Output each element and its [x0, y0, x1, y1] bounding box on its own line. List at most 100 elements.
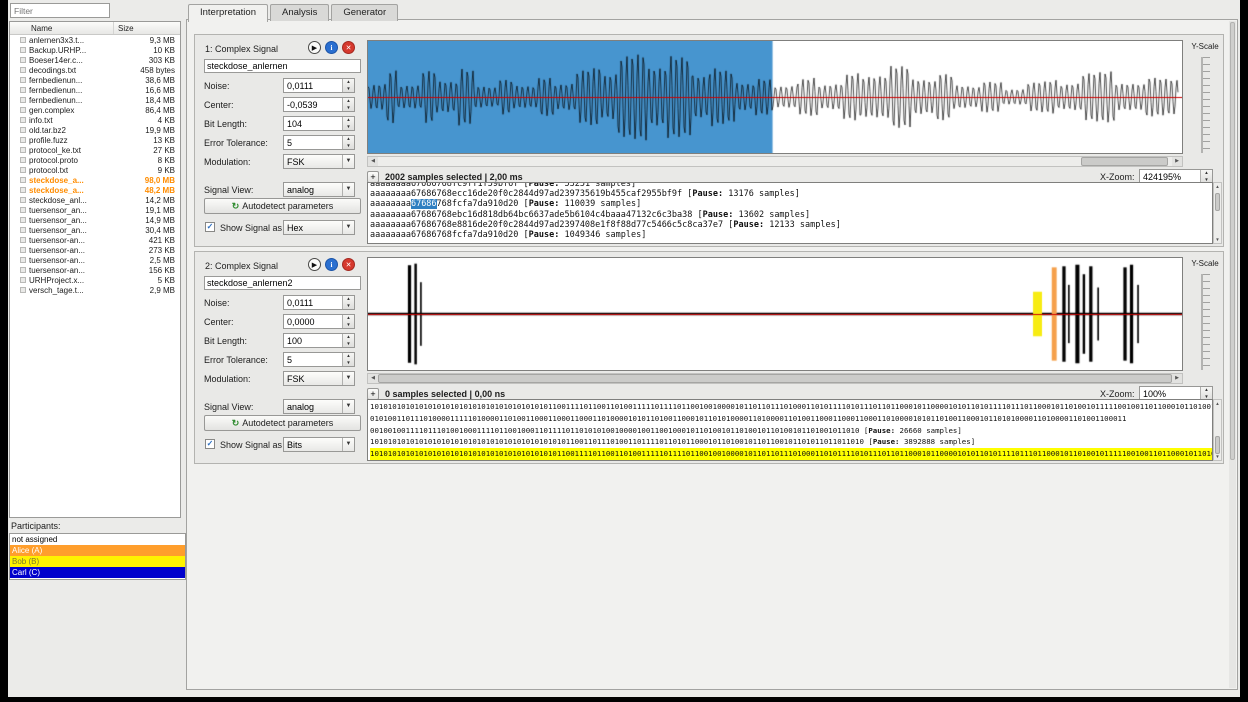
scrollbar-handle[interactable] — [1215, 436, 1220, 454]
scrollbar-track[interactable] — [378, 374, 1172, 383]
file-row[interactable]: steckdose_anl... 14,2 MB — [10, 195, 180, 205]
noise-spinbox[interactable]: 0,0111 ▲ ▼ — [283, 78, 355, 93]
scrollbar-handle[interactable] — [1230, 22, 1235, 460]
info-button[interactable]: i — [325, 41, 338, 54]
scroll-up-icon[interactable]: ▲ — [1214, 183, 1221, 190]
show-as-select[interactable]: Bits ▼ — [283, 437, 355, 452]
scroll-down-icon[interactable]: ▼ — [1214, 236, 1221, 243]
spin-down-icon[interactable]: ▼ — [343, 341, 354, 348]
error-tolerance-spinbox[interactable]: 5 ▲ ▼ — [283, 135, 355, 150]
file-row[interactable]: steckdose_a... 48,2 MB — [10, 185, 180, 195]
message-scrollbar[interactable]: ▲ ▼ — [1213, 182, 1222, 244]
content-scrollbar[interactable] — [1229, 21, 1236, 688]
message-view[interactable]: 1010101010101010101010101010101010101010… — [367, 399, 1213, 461]
play-button[interactable]: ▶ — [308, 258, 321, 271]
message-line[interactable]: aaaaaaaa67686768fc9ff1f59bf6f [Pause: 53… — [370, 183, 1212, 189]
file-row[interactable]: protocol.txt 9 KB — [10, 165, 180, 175]
scroll-right-icon[interactable]: ▶ — [1172, 157, 1182, 166]
play-button[interactable]: ▶ — [308, 41, 321, 54]
scroll-left-icon[interactable]: ◀ — [368, 157, 378, 166]
participant-row[interactable]: Bob (B) — [10, 556, 185, 567]
message-line[interactable]: aaaaaaaa67686768ecc16de20f0c2844d97ad239… — [370, 189, 1212, 199]
bit-length-spinbox[interactable]: 104 ▲ ▼ — [283, 116, 355, 131]
scrollbar-handle[interactable] — [1080, 157, 1169, 166]
autodetect-button[interactable]: ↻ Autodetect parameters — [204, 198, 361, 214]
signal-plot[interactable] — [367, 257, 1183, 371]
file-row[interactable]: versch_tage.t... 2,9 MB — [10, 285, 180, 295]
signal-name-input[interactable] — [204, 276, 361, 290]
signal-plot-canvas[interactable] — [368, 41, 1182, 153]
file-row[interactable]: tuersensor-an... 2,5 MB — [10, 255, 180, 265]
file-row[interactable]: tuersensor-an... 273 KB — [10, 245, 180, 255]
tab-interpretation[interactable]: Interpretation — [188, 4, 268, 22]
signal-plot[interactable] — [367, 40, 1183, 154]
show-signal-as-checkbox[interactable]: ✓ — [205, 222, 215, 232]
y-scale-slider[interactable] — [1201, 274, 1210, 370]
file-row[interactable]: profile.fuzz 13 KB — [10, 135, 180, 145]
spin-down-icon[interactable]: ▼ — [343, 322, 354, 329]
scroll-left-icon[interactable]: ◀ — [368, 374, 378, 383]
message-view[interactable]: aaaaaaaa67686768fc9ff1f59bf6f [Pause: 53… — [367, 182, 1213, 244]
spin-down-icon[interactable]: ▼ — [343, 86, 354, 93]
file-row[interactable]: tuersensor-an... 156 KB — [10, 265, 180, 275]
error-tolerance-spinbox[interactable]: 5 ▲ ▼ — [283, 352, 355, 367]
file-row[interactable]: decodings.txt 458 bytes — [10, 65, 180, 75]
autodetect-button[interactable]: ↻ Autodetect parameters — [204, 415, 361, 431]
message-line[interactable]: 0010010011110111010010001111011001000110… — [370, 425, 1212, 437]
tab-analysis[interactable]: Analysis — [269, 4, 330, 21]
file-row[interactable]: fernbedienun... 38,6 MB — [10, 75, 180, 85]
spin-down-icon[interactable]: ▼ — [343, 105, 354, 112]
plot-hscrollbar[interactable]: ◀ ▶ — [367, 156, 1183, 167]
plot-hscrollbar[interactable]: ◀ ▶ — [367, 373, 1183, 384]
signal-view-select[interactable]: analog ▼ — [283, 182, 355, 197]
file-row[interactable]: fernbedienun... 18,4 MB — [10, 95, 180, 105]
file-row[interactable]: fernbedienun... 16,6 MB — [10, 85, 180, 95]
center-spinbox[interactable]: -0,0539 ▲ ▼ — [283, 97, 355, 112]
column-header-name[interactable]: Name — [10, 22, 114, 34]
signal-name-input[interactable] — [204, 59, 361, 73]
noise-spinbox[interactable]: 0,0111 ▲ ▼ — [283, 295, 355, 310]
file-row[interactable]: tuersensor-an... 421 KB — [10, 235, 180, 245]
file-row[interactable]: tuersensor_an... 19,1 MB — [10, 205, 180, 215]
file-row[interactable]: protocol.proto 8 KB — [10, 155, 180, 165]
file-row[interactable]: old.tar.bz2 19,9 MB — [10, 125, 180, 135]
participant-row[interactable]: not assigned — [10, 534, 185, 545]
close-button[interactable]: ✕ — [342, 258, 355, 271]
center-spinbox[interactable]: 0,0000 ▲ ▼ — [283, 314, 355, 329]
info-button[interactable]: i — [325, 258, 338, 271]
spin-down-icon[interactable]: ▼ — [343, 303, 354, 310]
message-line[interactable]: 1010101010101010101010101010101010101010… — [370, 436, 1212, 448]
scroll-up-icon[interactable]: ▲ — [1214, 400, 1221, 407]
close-button[interactable]: ✕ — [342, 41, 355, 54]
tab-generator[interactable]: Generator — [331, 4, 399, 21]
spin-down-icon[interactable]: ▼ — [343, 360, 354, 367]
scrollbar-track[interactable] — [378, 157, 1172, 166]
message-scrollbar[interactable]: ▲ ▼ — [1213, 399, 1222, 461]
signal-plot-canvas[interactable] — [368, 258, 1182, 370]
scroll-right-icon[interactable]: ▶ — [1172, 374, 1182, 383]
show-signal-as-checkbox[interactable]: ✓ — [205, 439, 215, 449]
file-row[interactable]: tuersensor_an... 14,9 MB — [10, 215, 180, 225]
participant-row[interactable]: Carl (C) — [10, 567, 185, 578]
column-header-size[interactable]: Size — [114, 22, 180, 34]
message-line[interactable]: 0101001101110100001111101000011010011000… — [370, 413, 1212, 425]
file-row[interactable]: Backup.URHP... 10 KB — [10, 45, 180, 55]
y-scale-slider[interactable] — [1201, 57, 1210, 153]
spin-down-icon[interactable]: ▼ — [343, 143, 354, 150]
participant-row[interactable]: Alice (A) — [10, 545, 185, 556]
bit-length-spinbox[interactable]: 100 ▲ ▼ — [283, 333, 355, 348]
message-line[interactable]: aaaaaaaa67686768fcfa7da910d20 [Pause: 11… — [370, 199, 1212, 210]
filter-input[interactable] — [10, 3, 110, 18]
spin-down-icon[interactable]: ▼ — [343, 124, 354, 131]
scrollbar-handle[interactable] — [378, 374, 1172, 383]
file-row[interactable]: URHProject.x... 5 KB — [10, 275, 180, 285]
scroll-down-icon[interactable]: ▼ — [1214, 453, 1221, 460]
file-row[interactable]: Boeser14er.c... 303 KB — [10, 55, 180, 65]
scrollbar-handle[interactable] — [1215, 193, 1220, 211]
message-line[interactable]: aaaaaaaa67686768fcfa7da910d20 [Pause: 10… — [370, 230, 1212, 240]
file-row[interactable]: protocol_ke.txt 27 KB — [10, 145, 180, 155]
file-row[interactable]: tuersensor_an... 30,4 MB — [10, 225, 180, 235]
file-row[interactable]: info.txt 4 KB — [10, 115, 180, 125]
modulation-select[interactable]: FSK ▼ — [283, 371, 355, 386]
signal-view-select[interactable]: analog ▼ — [283, 399, 355, 414]
